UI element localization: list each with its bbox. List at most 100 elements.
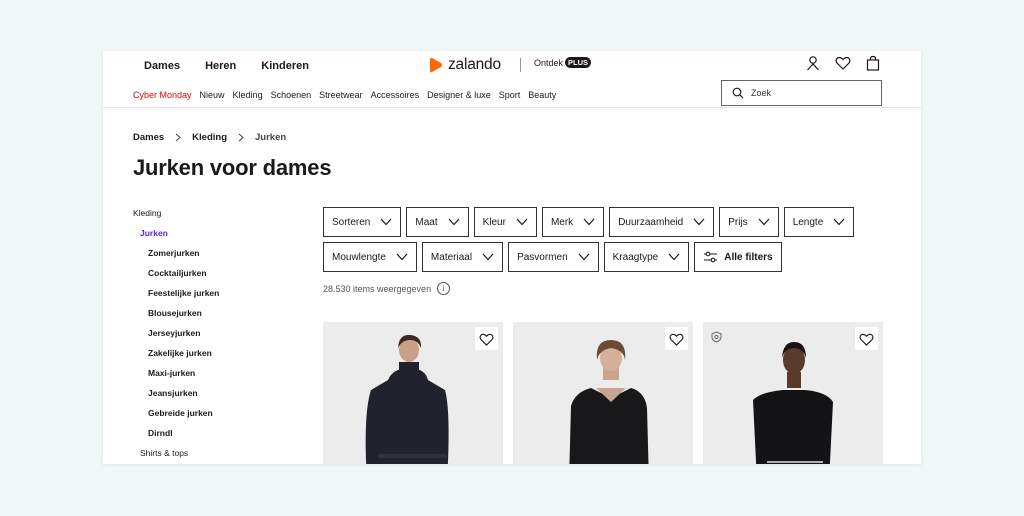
chevron-down-icon — [668, 253, 680, 261]
filter-label: Lengte — [792, 216, 824, 228]
product-card[interactable] — [703, 322, 883, 464]
filter-label: Maat — [415, 216, 438, 228]
gender-tab-dames[interactable]: Dames — [144, 60, 180, 72]
filter-label: Merk — [550, 216, 574, 228]
product-grid — [323, 322, 883, 464]
sidebar-item-dirndl[interactable]: Dirndl — [133, 427, 219, 447]
sidebar-item-shirts-tops[interactable]: Shirts & tops — [133, 447, 219, 464]
heart-icon — [859, 333, 874, 346]
nav-cyber-monday[interactable]: Cyber Monday — [133, 90, 192, 100]
all-filters-button[interactable]: Alle filters — [694, 242, 782, 272]
browser-page: Dames Heren Kinderen zalando Ontdek PLUS… — [103, 51, 921, 464]
nav-schoenen[interactable]: Schoenen — [271, 90, 312, 100]
sidebar-item-kleding[interactable]: Kleding — [133, 207, 219, 227]
breadcrumb-dames[interactable]: Dames — [133, 132, 164, 143]
breadcrumb-kleding[interactable]: Kleding — [192, 132, 227, 143]
sidebar-item-jerseyjurken[interactable]: Jerseyjurken — [133, 327, 219, 347]
gender-tab-heren[interactable]: Heren — [205, 60, 236, 72]
nav-designer-luxe[interactable]: Designer & luxe — [427, 90, 491, 100]
filter-label: Sorteren — [332, 216, 371, 228]
filter-bar: Sorteren Maat Kleur Merk Duurzaamheid Pr… — [323, 207, 855, 277]
nav-streetwear[interactable]: Streetwear — [319, 90, 363, 100]
nav-nieuw[interactable]: Nieuw — [200, 90, 225, 100]
filter-label: Duurzaamheid — [618, 216, 684, 228]
chevron-down-icon — [380, 218, 392, 226]
filter-label: Prijs — [728, 216, 748, 228]
user-icon[interactable] — [805, 55, 821, 71]
sustainability-badge-icon — [711, 330, 722, 348]
header-divider — [520, 58, 521, 72]
sidebar-item-feestelijke-jurken[interactable]: Feestelijke jurken — [133, 287, 219, 307]
chevron-down-icon — [448, 218, 460, 226]
chevron-right-icon — [238, 133, 244, 142]
filter-prijs[interactable]: Prijs — [719, 207, 779, 237]
chevron-right-icon — [175, 133, 181, 142]
sidebar-item-blousejurken[interactable]: Blousejurken — [133, 307, 219, 327]
search-box — [721, 80, 882, 106]
filter-pasvormen[interactable]: Pasvormen — [508, 242, 599, 272]
filter-label: Materiaal — [430, 251, 473, 263]
wishlist-button[interactable] — [475, 327, 498, 350]
filter-row-2: Mouwlengte Materiaal Pasvormen Kraagtype… — [323, 242, 843, 272]
sidebar-item-jeansjurken[interactable]: Jeansjurken — [133, 387, 219, 407]
filter-label: Kraagtype — [612, 251, 659, 263]
result-count: 28.530 items weergegeven i — [323, 282, 451, 295]
filter-mouwlengte[interactable]: Mouwlengte — [323, 242, 417, 272]
filter-label: Mouwlengte — [332, 251, 386, 263]
filter-lengte[interactable]: Lengte — [783, 207, 855, 237]
product-card[interactable] — [513, 322, 693, 464]
info-icon[interactable]: i — [437, 282, 451, 295]
result-count-text: 28.530 items weergegeven — [323, 283, 432, 294]
nav-sport[interactable]: Sport — [499, 90, 521, 100]
heart-icon — [479, 333, 494, 346]
product-card[interactable] — [323, 322, 503, 464]
chevron-down-icon — [583, 218, 595, 226]
filter-label: Kleur — [482, 216, 506, 228]
filter-kleur[interactable]: Kleur — [473, 207, 537, 237]
sidebar-item-zakelijke-jurken[interactable]: Zakelijke jurken — [133, 347, 219, 367]
gender-tab-kinderen[interactable]: Kinderen — [261, 60, 309, 72]
chevron-down-icon — [693, 218, 705, 226]
category-nav: Cyber Monday Nieuw Kleding Schoenen Stre… — [133, 90, 556, 100]
chevron-down-icon — [516, 218, 528, 226]
filter-sorteren[interactable]: Sorteren — [323, 207, 402, 237]
gender-nav: Dames Heren Kinderen — [144, 60, 309, 72]
chevron-down-icon — [833, 218, 845, 226]
breadcrumb-jurken: Jurken — [255, 132, 287, 143]
heart-icon — [669, 333, 684, 346]
chevron-down-icon — [758, 218, 770, 226]
sidebar-item-jurken-active[interactable]: Jurken — [133, 227, 219, 247]
plus-badge: PLUS — [565, 57, 592, 68]
wishlist-button[interactable] — [665, 327, 688, 350]
page-title: Jurken voor dames — [133, 155, 332, 180]
filter-sliders-icon — [704, 251, 718, 263]
filter-merk[interactable]: Merk — [541, 207, 605, 237]
category-sidebar: Kleding Jurken Zomerjurken Cocktailjurke… — [133, 207, 219, 464]
nav-accessoires[interactable]: Accessoires — [371, 90, 420, 100]
header-divider-line — [103, 107, 921, 108]
ontdek-plus-link[interactable]: Ontdek PLUS — [534, 57, 592, 68]
bag-icon[interactable] — [865, 55, 881, 71]
wishlist-button[interactable] — [855, 327, 878, 350]
sidebar-item-maxi-jurken[interactable]: Maxi-jurken — [133, 367, 219, 387]
filter-kraagtype[interactable]: Kraagtype — [603, 242, 690, 272]
breadcrumb: Dames Kleding Jurken — [133, 132, 286, 143]
filter-maat[interactable]: Maat — [406, 207, 469, 237]
search-input[interactable] — [749, 87, 873, 99]
nav-kleding[interactable]: Kleding — [233, 90, 263, 100]
filter-row-1: Sorteren Maat Kleur Merk Duurzaamheid Pr… — [323, 207, 855, 237]
nav-beauty[interactable]: Beauty — [528, 90, 556, 100]
chevron-down-icon — [396, 253, 408, 261]
chevron-down-icon — [578, 253, 590, 261]
all-filters-label: Alle filters — [724, 251, 773, 263]
sidebar-item-zomerjurken[interactable]: Zomerjurken — [133, 247, 219, 267]
zalando-logo[interactable]: zalando — [429, 56, 501, 74]
sidebar-item-gebreide-jurken[interactable]: Gebreide jurken — [133, 407, 219, 427]
search-icon — [732, 87, 744, 99]
sidebar-item-cocktailjurken[interactable]: Cocktailjurken — [133, 267, 219, 287]
filter-duurzaamheid[interactable]: Duurzaamheid — [609, 207, 715, 237]
header-icons — [805, 55, 881, 71]
heart-icon[interactable] — [835, 55, 851, 71]
ontdek-label: Ontdek — [534, 57, 564, 68]
filter-materiaal[interactable]: Materiaal — [421, 242, 504, 272]
